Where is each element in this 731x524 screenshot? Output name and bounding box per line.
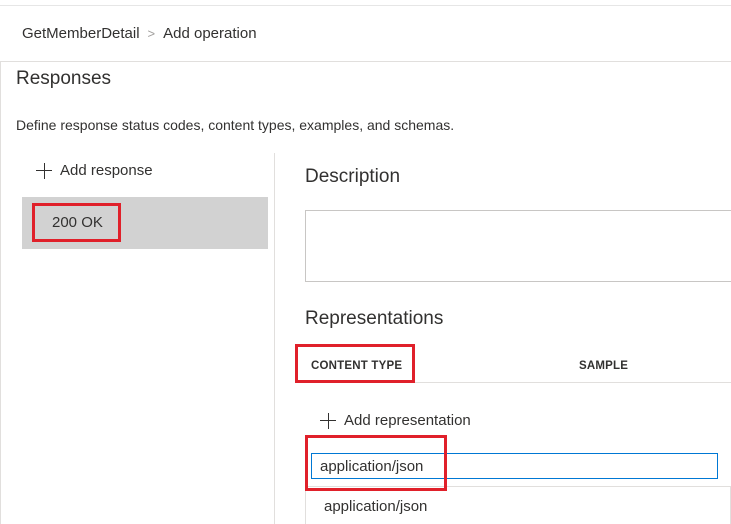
add-representation-button[interactable]: Add representation — [320, 412, 471, 429]
column-header-content-type: CONTENT TYPE — [311, 360, 403, 372]
breadcrumb-parent[interactable]: GetMemberDetail — [22, 25, 140, 42]
breadcrumb: GetMemberDetail > Add operation — [22, 25, 257, 42]
column-header-sample: SAMPLE — [579, 360, 629, 372]
plus-icon — [36, 162, 52, 179]
header-divider — [0, 61, 731, 62]
suggestion-option[interactable]: application/json — [324, 498, 427, 515]
responses-description: Define response status codes, content ty… — [16, 117, 455, 133]
breadcrumb-separator: > — [147, 26, 156, 41]
description-textarea[interactable] — [305, 210, 731, 282]
content-type-input[interactable] — [311, 453, 718, 479]
description-title: Description — [305, 166, 401, 187]
response-item-200[interactable]: 200 OK — [22, 197, 268, 249]
panel-divider — [274, 153, 275, 524]
add-response-label: Add response — [60, 162, 153, 179]
add-representation-label: Add representation — [344, 412, 471, 429]
breadcrumb-current: Add operation — [163, 25, 257, 42]
panel-left-border — [0, 61, 1, 524]
response-item-label: 200 OK — [52, 214, 103, 231]
top-border — [0, 5, 731, 6]
add-response-button[interactable]: Add response — [36, 162, 153, 179]
table-header-divider — [305, 382, 731, 383]
responses-title: Responses — [16, 68, 112, 89]
plus-icon — [320, 412, 336, 429]
content-type-suggestions: application/json — [305, 486, 731, 524]
representations-title: Representations — [305, 308, 444, 329]
